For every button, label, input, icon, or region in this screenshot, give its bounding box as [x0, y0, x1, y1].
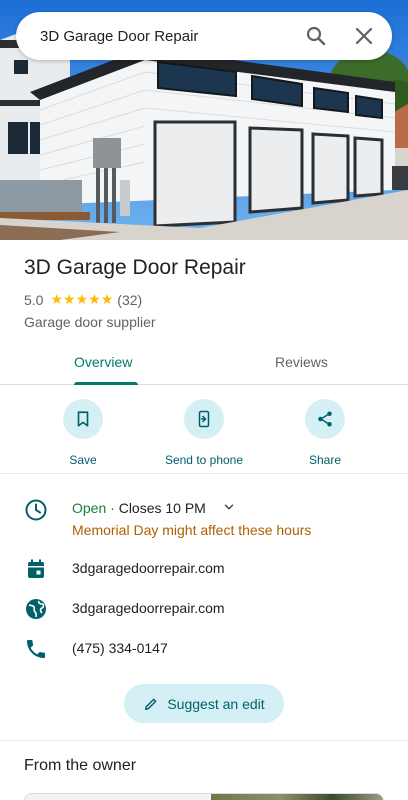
bookmark-icon: [77, 411, 89, 427]
hours-separator: ·: [106, 500, 119, 516]
section-divider: [0, 740, 408, 741]
search-bar[interactable]: 3D Garage Door Repair: [16, 12, 392, 60]
globe-icon: [26, 599, 46, 619]
owner-photo-preview[interactable]: [24, 793, 384, 800]
suggest-edit-label: Suggest an edit: [167, 695, 265, 712]
rating-value: 5.0: [24, 292, 44, 308]
send-to-phone-button[interactable]: Send to phone: [149, 399, 259, 467]
suggest-edit-button[interactable]: Suggest an edit: [124, 684, 284, 723]
save-button-circle: [63, 399, 103, 439]
calendar-icon: [28, 559, 44, 578]
review-count[interactable]: (32): [117, 292, 142, 308]
send-to-phone-icon: [198, 410, 210, 428]
share-label: Share: [308, 453, 342, 467]
booking-link[interactable]: 3dgaragedoorrepair.com: [72, 560, 225, 576]
star-icon: ★: [88, 292, 101, 308]
save-button[interactable]: Save: [28, 399, 138, 467]
tab-reviews[interactable]: Reviews: [204, 340, 408, 384]
star-icon: ★: [63, 292, 76, 308]
star-rating: ★ ★ ★ ★ ★: [50, 293, 113, 307]
action-row: Save Send to phone Share: [0, 385, 408, 474]
tab-overview[interactable]: Overview: [0, 340, 204, 385]
clock-icon: [25, 499, 47, 521]
closing-time: Closes 10 PM: [118, 500, 206, 516]
share-button-circle: [305, 399, 345, 439]
star-icon: ★: [50, 292, 64, 308]
owner-photo: [211, 794, 383, 800]
send-to-phone-circle: [184, 399, 224, 439]
share-button[interactable]: Share: [270, 399, 380, 467]
place-title: 3D Garage Door Repair: [24, 256, 246, 279]
holiday-notice: Memorial Day might affect these hours: [72, 522, 312, 538]
close-icon: [355, 27, 373, 45]
owner-section-title: From the owner: [24, 757, 137, 774]
search-button[interactable]: [292, 12, 340, 60]
rating-row[interactable]: 5.0 ★ ★ ★ ★ ★ (32): [24, 292, 142, 308]
share-icon: [318, 411, 332, 427]
send-to-phone-label: Send to phone: [164, 453, 244, 467]
star-icon: ★: [75, 292, 89, 308]
website-link[interactable]: 3dgaragedoorrepair.com: [72, 600, 225, 616]
search-icon: [306, 26, 326, 46]
save-label: Save: [69, 453, 97, 467]
chevron-down-icon[interactable]: [222, 500, 236, 514]
star-icon: ★: [100, 292, 114, 308]
phone-icon: [27, 640, 45, 658]
close-button[interactable]: [340, 12, 388, 60]
search-input[interactable]: 3D Garage Door Repair: [40, 28, 292, 45]
hours-summary: Open · Closes 10 PM: [72, 500, 236, 516]
phone-number[interactable]: (475) 334-0147: [72, 640, 168, 656]
tab-bar: Overview Reviews: [0, 340, 408, 385]
pencil-icon: [145, 698, 157, 710]
open-status: Open: [72, 500, 107, 516]
place-category[interactable]: Garage door supplier: [24, 314, 156, 330]
